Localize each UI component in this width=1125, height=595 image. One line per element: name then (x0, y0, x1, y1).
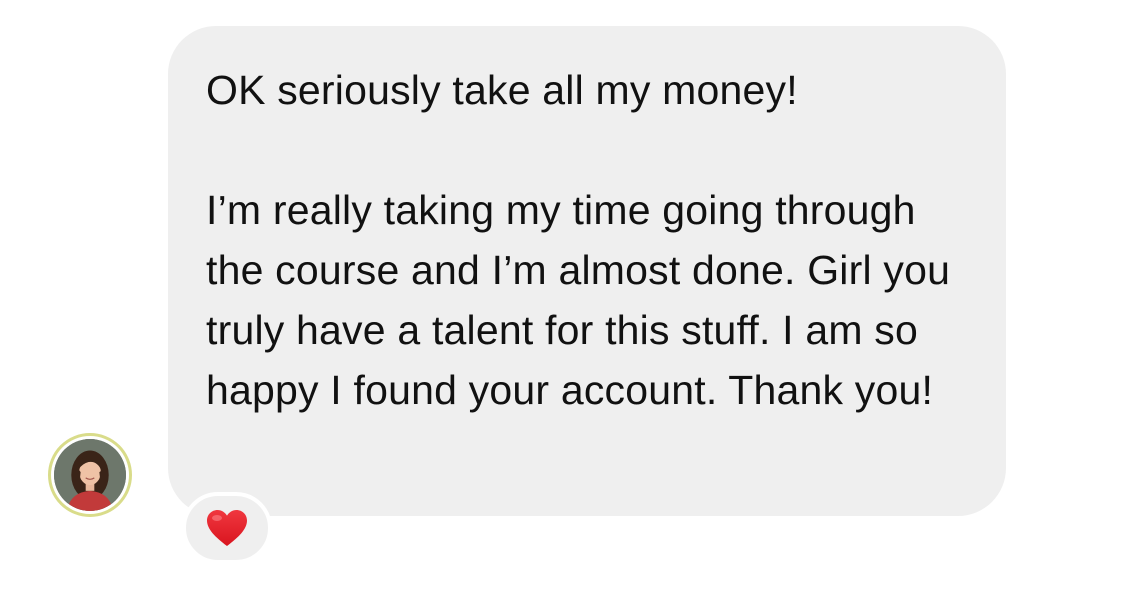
avatar-photo (54, 439, 126, 511)
message-paragraph-2: I’m really taking my time going through … (206, 187, 951, 413)
person-icon (54, 439, 126, 511)
message-bubble[interactable]: OK seriously take all my money! I’m real… (168, 26, 1006, 516)
heart-icon (207, 510, 247, 546)
avatar[interactable] (48, 433, 132, 517)
reaction-badge[interactable] (182, 492, 272, 564)
message-paragraph-1: OK seriously take all my money! (206, 67, 798, 113)
message-row: OK seriously take all my money! I’m real… (0, 0, 1125, 595)
